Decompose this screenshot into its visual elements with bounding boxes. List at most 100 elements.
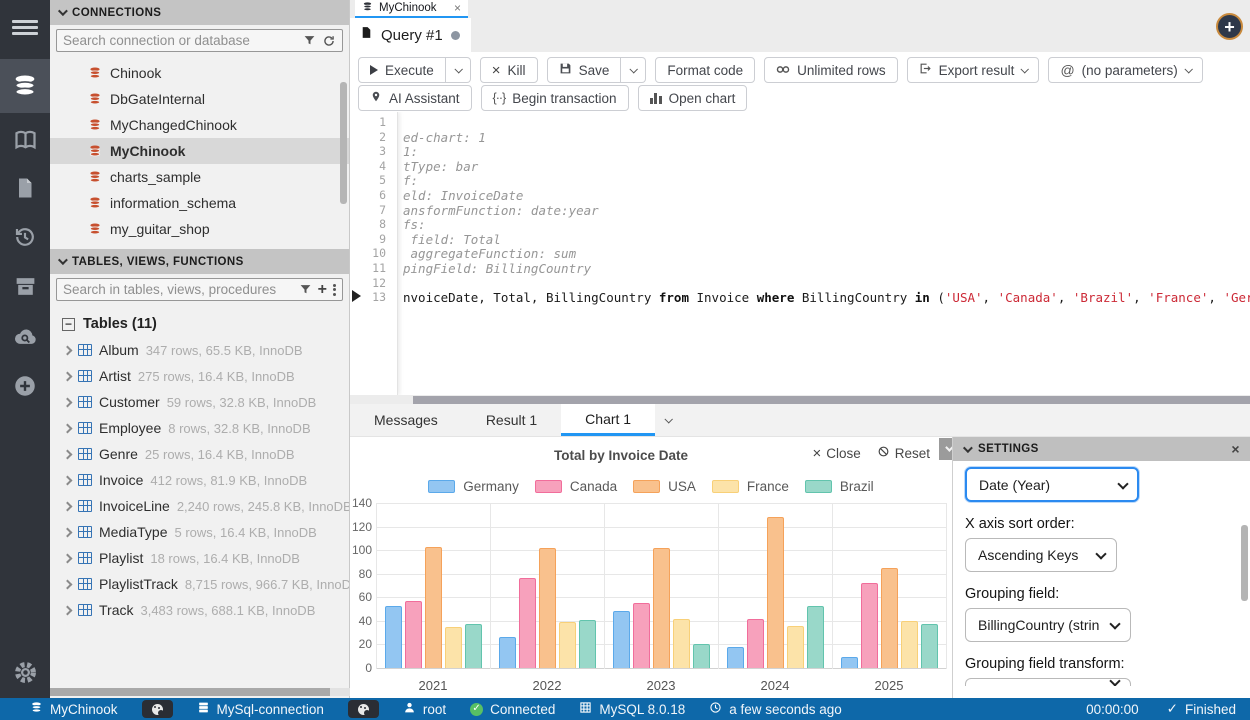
chart-close-button[interactable]: ×Close — [812, 446, 860, 461]
chart-reset-button[interactable]: Reset — [877, 445, 930, 461]
connection-item[interactable]: information_schema — [50, 190, 349, 216]
settings-gear-button[interactable] — [0, 647, 50, 697]
connection-search-input[interactable] — [63, 33, 297, 48]
connection-item[interactable]: charts_sample — [50, 164, 349, 190]
sidebar-item-database[interactable] — [0, 59, 50, 113]
new-tab-button[interactable]: + — [1216, 13, 1243, 40]
add-table-icon[interactable]: + — [318, 282, 327, 298]
x-transform-select[interactable]: Date (Year) — [965, 467, 1139, 502]
settings-scrollbar[interactable] — [1241, 525, 1248, 601]
connection-item[interactable]: mysql — [50, 242, 349, 249]
sidebar-item-cloud-search[interactable] — [0, 311, 50, 361]
query-tab[interactable]: Query #1 — [350, 18, 471, 52]
check-circle-icon: ✓ — [470, 703, 483, 716]
connection-item[interactable]: DbGateInternal — [50, 86, 349, 112]
unlimited-rows-button[interactable]: Unlimited rows — [764, 57, 898, 83]
sidebar-item-files[interactable] — [0, 163, 50, 213]
more-options-icon[interactable] — [333, 282, 336, 297]
sidebar-item-archive[interactable] — [0, 261, 50, 311]
legend-item-canada[interactable]: Canada — [535, 479, 617, 494]
close-icon[interactable]: × — [1231, 441, 1240, 457]
connection-color-badge[interactable] — [348, 700, 379, 718]
grouping-transform-select[interactable] — [965, 678, 1131, 686]
connection-tab[interactable]: MyChinook × — [355, 0, 468, 18]
table-row[interactable]: Artist275 rows, 16.4 KB, InnoDB — [50, 363, 349, 389]
connection-item[interactable]: MyChangedChinook — [50, 112, 349, 138]
chevron-right-icon[interactable] — [63, 475, 73, 485]
sidebar-item-history[interactable] — [0, 212, 50, 262]
connections-header[interactable]: CONNECTIONS — [50, 0, 349, 25]
tables-group-header[interactable]: − Tables (11) — [50, 311, 349, 337]
y-axis-tick: 20 — [350, 637, 372, 651]
legend-item-usa[interactable]: USA — [633, 479, 696, 494]
legend-item-brazil[interactable]: Brazil — [805, 479, 874, 494]
begin-transaction-button[interactable]: {··}Begin transaction — [481, 85, 629, 111]
table-row[interactable]: Customer59 rows, 32.8 KB, InnoDB — [50, 389, 349, 415]
menu-icon[interactable] — [0, 2, 50, 52]
scrollbar-thumb[interactable] — [413, 396, 1250, 404]
filter-icon[interactable] — [299, 283, 312, 296]
table-row[interactable]: Playlist18 rows, 16.4 KB, InnoDB — [50, 545, 349, 571]
execute-button[interactable]: Execute — [358, 57, 446, 83]
scrollbar-thumb[interactable] — [50, 688, 330, 696]
table-meta: 25 rows, 16.4 KB, InnoDB — [145, 447, 295, 462]
gear-icon — [12, 659, 39, 686]
tab-result-1[interactable]: Result 1 — [462, 404, 561, 436]
tab-chart-1[interactable]: Chart 1 — [561, 404, 655, 436]
connection-item[interactable]: Chinook — [50, 60, 349, 86]
chevron-right-icon[interactable] — [63, 527, 73, 537]
connections-scrollbar[interactable] — [340, 82, 347, 204]
table-row[interactable]: Invoice412 rows, 81.9 KB, InnoDB — [50, 467, 349, 493]
chevron-right-icon[interactable] — [63, 501, 73, 511]
chevron-right-icon[interactable] — [63, 397, 73, 407]
legend-item-germany[interactable]: Germany — [428, 479, 519, 494]
table-row[interactable]: Track3,483 rows, 688.1 KB, InnoDB — [50, 597, 349, 623]
table-row[interactable]: Album347 rows, 65.5 KB, InnoDB — [50, 337, 349, 363]
refresh-icon[interactable] — [322, 34, 336, 48]
execute-line-arrow-icon[interactable] — [352, 290, 361, 302]
table-row[interactable]: MediaType5 rows, 16.4 KB, InnoDB — [50, 519, 349, 545]
server-icon — [197, 701, 210, 717]
chevron-right-icon[interactable] — [63, 449, 73, 459]
sidebar-item-favorites[interactable] — [0, 115, 50, 165]
tables-search-input[interactable] — [63, 282, 293, 297]
chevron-right-icon[interactable] — [63, 371, 73, 381]
tab-messages[interactable]: Messages — [350, 404, 462, 436]
legend-item-france[interactable]: France — [712, 479, 789, 494]
execute-dropdown-button[interactable] — [446, 57, 471, 83]
chevron-right-icon[interactable] — [63, 345, 73, 355]
ai-assistant-button[interactable]: AI Assistant — [358, 85, 472, 111]
database-color-badge[interactable] — [142, 700, 173, 718]
connection-item[interactable]: MyChinook — [50, 138, 349, 164]
format-code-button[interactable]: Format code — [655, 57, 755, 83]
save-button[interactable]: Save — [547, 57, 622, 83]
table-row[interactable]: Genre25 rows, 16.4 KB, InnoDB — [50, 441, 349, 467]
tabs-dropdown[interactable] — [655, 404, 681, 436]
table-row[interactable]: InvoiceLine2,240 rows, 245.8 KB, InnoDB — [50, 493, 349, 519]
chevron-right-icon[interactable] — [63, 553, 73, 563]
parameters-button[interactable]: @ (no parameters) — [1048, 57, 1202, 83]
table-row[interactable]: PlaylistTrack8,715 rows, 966.7 KB, InnoD… — [50, 571, 349, 597]
code-editor[interactable]: 12345678910111213 ed-chart: 11:tType: ba… — [350, 112, 1250, 395]
x-sort-order-select[interactable]: Ascending Keys — [965, 538, 1117, 572]
settings-header[interactable]: SETTINGS × — [953, 437, 1250, 461]
grouping-field-select[interactable]: BillingCountry (string) — [965, 608, 1131, 642]
chevron-right-icon[interactable] — [63, 579, 73, 589]
statusbar-database[interactable]: MyChinook — [30, 701, 118, 717]
sidebar-item-add-connection[interactable] — [0, 361, 50, 411]
save-dropdown-button[interactable] — [621, 57, 646, 83]
kill-button[interactable]: ×Kill — [480, 57, 538, 83]
open-chart-button[interactable]: Open chart — [638, 85, 748, 111]
connection-name: MyChangedChinook — [110, 117, 237, 133]
chevron-right-icon[interactable] — [63, 423, 73, 433]
tables-header[interactable]: TABLES, VIEWS, FUNCTIONS — [50, 249, 349, 274]
export-result-button[interactable]: Export result — [907, 57, 1040, 83]
chevron-right-icon[interactable] — [63, 605, 73, 615]
table-icon — [78, 552, 92, 564]
statusbar-connection[interactable]: MySql-connection — [197, 701, 324, 717]
close-icon[interactable]: × — [454, 2, 461, 14]
bar-usa-2024 — [767, 517, 784, 668]
table-row[interactable]: Employee8 rows, 32.8 KB, InnoDB — [50, 415, 349, 441]
connection-item[interactable]: my_guitar_shop — [50, 216, 349, 242]
filter-icon[interactable] — [303, 34, 316, 47]
